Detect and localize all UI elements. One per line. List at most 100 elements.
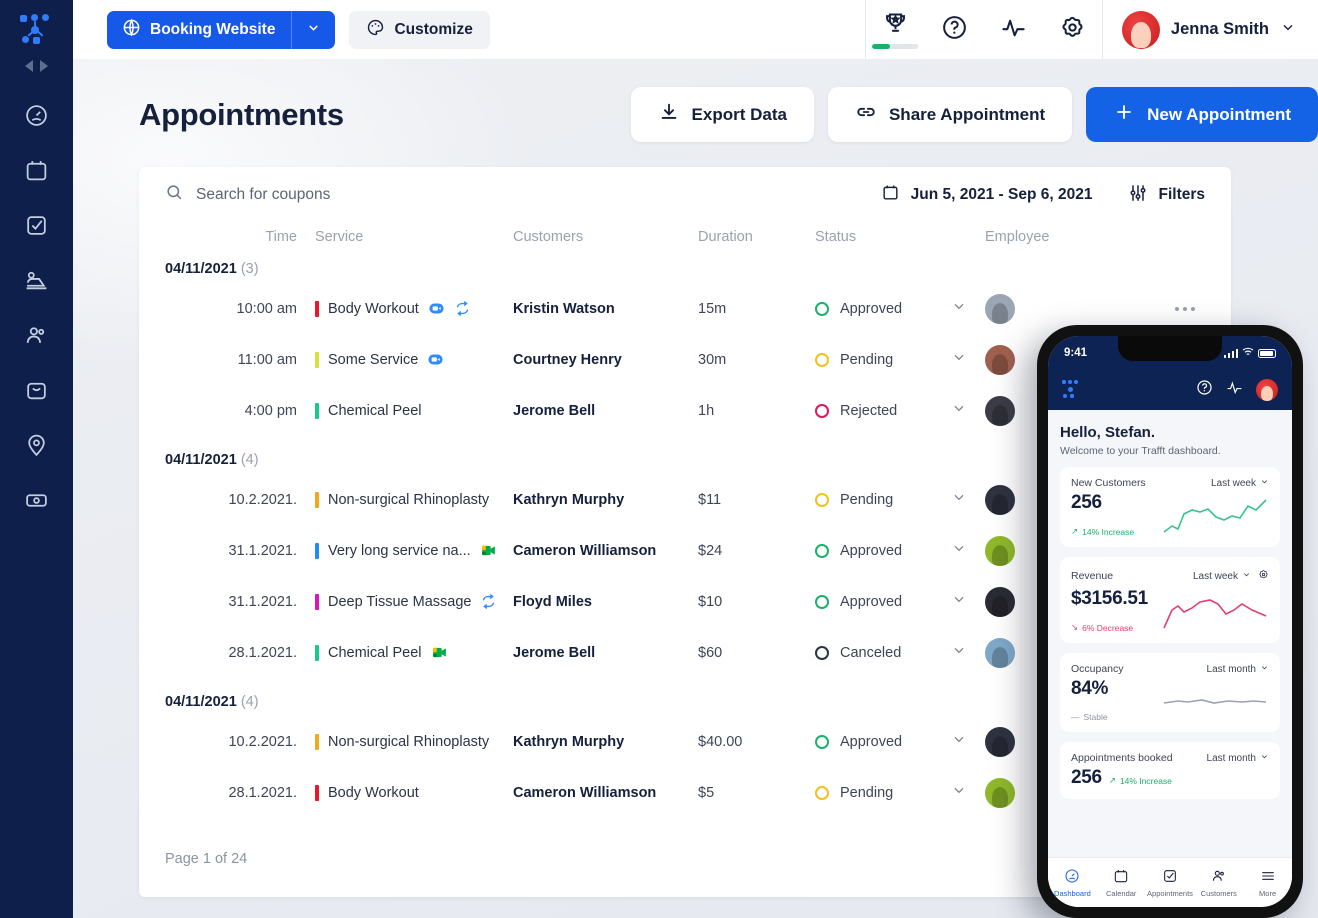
avatar <box>985 726 1015 757</box>
sidebar-item-services[interactable] <box>0 365 73 420</box>
avatar[interactable] <box>1256 379 1278 401</box>
status-label: Approved <box>840 542 903 559</box>
cell-duration: $24 <box>698 542 723 559</box>
cell-customer: Jerome Bell <box>513 644 596 661</box>
chevron-down-icon[interactable] <box>951 400 967 421</box>
export-data-button[interactable]: Export Data <box>630 87 814 142</box>
menu-icon <box>1260 868 1276 886</box>
phone-stat-card[interactable]: Revenue Last week $3156.51 ↘ 6% Decrease <box>1060 557 1280 643</box>
chevron-down-icon[interactable] <box>951 782 967 803</box>
phone-card-delta: ↗ 14% Increase <box>1108 775 1172 786</box>
status-label: Approved <box>840 593 903 610</box>
gear-icon[interactable] <box>1258 567 1269 585</box>
column-header-customers: Customers <box>513 229 584 245</box>
chevron-down-icon[interactable] <box>951 540 967 561</box>
customize-button[interactable]: Customize <box>349 10 490 49</box>
cell-status[interactable]: Approved <box>815 298 985 319</box>
new-appointment-button[interactable]: New Appointment <box>1086 87 1318 142</box>
sidebar-item-customers[interactable] <box>0 310 73 365</box>
sidebar-item-locations[interactable] <box>0 420 73 475</box>
achievements-button[interactable] <box>866 0 925 59</box>
cell-status[interactable]: Approved <box>815 540 985 561</box>
column-header-duration: Duration <box>698 229 753 245</box>
user-menu[interactable]: Jenna Smith <box>1103 0 1318 59</box>
cell-time: 31.1.2021. <box>228 542 297 559</box>
cell-duration: $40.00 <box>698 733 743 750</box>
phone-card-period[interactable]: Last week <box>1193 570 1251 582</box>
chevron-down-icon[interactable] <box>951 591 967 612</box>
trend-up-icon: ↗ <box>1108 775 1116 785</box>
wifi-icon <box>1242 347 1254 360</box>
phone-welcome: Welcome to your Trafft dashboard. <box>1060 445 1221 457</box>
cell-duration: 15m <box>698 300 727 317</box>
help-icon[interactable] <box>1196 379 1213 401</box>
phone-card-header: Appointments booked Last month <box>1071 752 1269 764</box>
page-info: Page 1 of 24 <box>165 851 248 867</box>
search-input[interactable]: Search for coupons <box>165 183 330 207</box>
settings-button[interactable] <box>1043 0 1102 59</box>
phone-card-period[interactable]: Last month <box>1207 663 1269 675</box>
cell-duration: 1h <box>698 402 715 419</box>
cell-duration: 30m <box>698 351 727 368</box>
cell-status[interactable]: Pending <box>815 489 985 510</box>
trafft-logo-icon[interactable] <box>19 14 54 48</box>
cell-time: 10.2.2021. <box>228 491 297 508</box>
phone-tab-more[interactable]: More <box>1243 868 1292 898</box>
cell-time: 28.1.2021. <box>228 644 297 661</box>
chevron-down-icon[interactable] <box>951 489 967 510</box>
cell-status[interactable]: Rejected <box>815 400 985 421</box>
phone-stat-card[interactable]: Appointments booked Last month 256 ↗ 14% Inc… <box>1060 742 1280 799</box>
date-range-picker[interactable]: Jun 5, 2021 - Sep 6, 2021 <box>881 183 1092 207</box>
help-button[interactable] <box>925 0 984 59</box>
chevron-down-icon[interactable] <box>951 349 967 370</box>
google-meet-icon <box>431 644 448 661</box>
avatar <box>985 395 1015 426</box>
cell-customer: Floyd Miles <box>513 593 592 610</box>
phone-tab-customers[interactable]: Customers <box>1194 868 1243 898</box>
chevron-down-icon[interactable] <box>951 731 967 752</box>
sidebar-item-appointments[interactable] <box>0 200 73 255</box>
top-bar: Booking Website Customize Jenna Smith <box>73 0 1318 59</box>
phone-card-value: 256 <box>1071 767 1102 788</box>
phone-tab-dashboard[interactable]: Dashboard <box>1048 868 1097 898</box>
sidebar-item-dashboard[interactable] <box>0 90 73 145</box>
avatar <box>985 777 1015 808</box>
sidebar-item-calendar[interactable] <box>0 145 73 200</box>
cell-time: 10.2.2021. <box>228 733 297 750</box>
cell-status[interactable]: Approved <box>815 591 985 612</box>
download-icon <box>658 101 680 128</box>
battery-icon <box>1258 348 1276 358</box>
phone-card-period[interactable]: Last week <box>1211 477 1269 489</box>
chevron-down-icon[interactable] <box>951 298 967 319</box>
recurring-icon <box>454 300 471 317</box>
sidebar-item-finance[interactable] <box>0 475 73 530</box>
share-appointment-button[interactable]: Share Appointment <box>827 87 1073 142</box>
phone-card-period[interactable]: Last month <box>1207 752 1269 764</box>
activity-button[interactable] <box>984 0 1043 59</box>
sidebar-item-employees[interactable] <box>0 255 73 310</box>
booking-website-button[interactable]: Booking Website <box>107 10 336 49</box>
booking-website-dropdown[interactable] <box>292 20 335 40</box>
cell-status[interactable]: Approved <box>815 731 985 752</box>
phone-tab-appointments[interactable]: Appointments <box>1146 868 1195 898</box>
cell-status[interactable]: Pending <box>815 782 985 803</box>
phone-stat-card[interactable]: New Customers Last week 256 ↗ 14% Increase <box>1060 467 1280 547</box>
chevron-left-icon <box>25 60 33 72</box>
phone-status-time: 9:41 <box>1064 347 1088 359</box>
collapse-sidebar-toggle[interactable] <box>25 60 48 72</box>
cell-status[interactable]: Canceled <box>815 642 985 663</box>
trend-up-icon: ↗ <box>1071 526 1079 536</box>
phone-tab-calendar[interactable]: Calendar <box>1097 868 1146 898</box>
filters-button[interactable]: Filters <box>1128 183 1205 208</box>
cell-status[interactable]: Pending <box>815 349 985 370</box>
phone-stat-card[interactable]: Occupancy Last month 84% — Stable <box>1060 653 1280 732</box>
status-label: Pending <box>840 491 894 508</box>
service-color-bar <box>315 491 319 508</box>
gear-icon <box>1059 14 1086 46</box>
row-actions-button[interactable] <box>1175 306 1195 311</box>
search-placeholder: Search for coupons <box>196 186 331 203</box>
chevron-down-icon[interactable] <box>951 642 967 663</box>
service-color-bar <box>315 351 319 368</box>
group-date: 04/11/2021 <box>165 694 237 710</box>
activity-icon[interactable] <box>1226 379 1243 401</box>
